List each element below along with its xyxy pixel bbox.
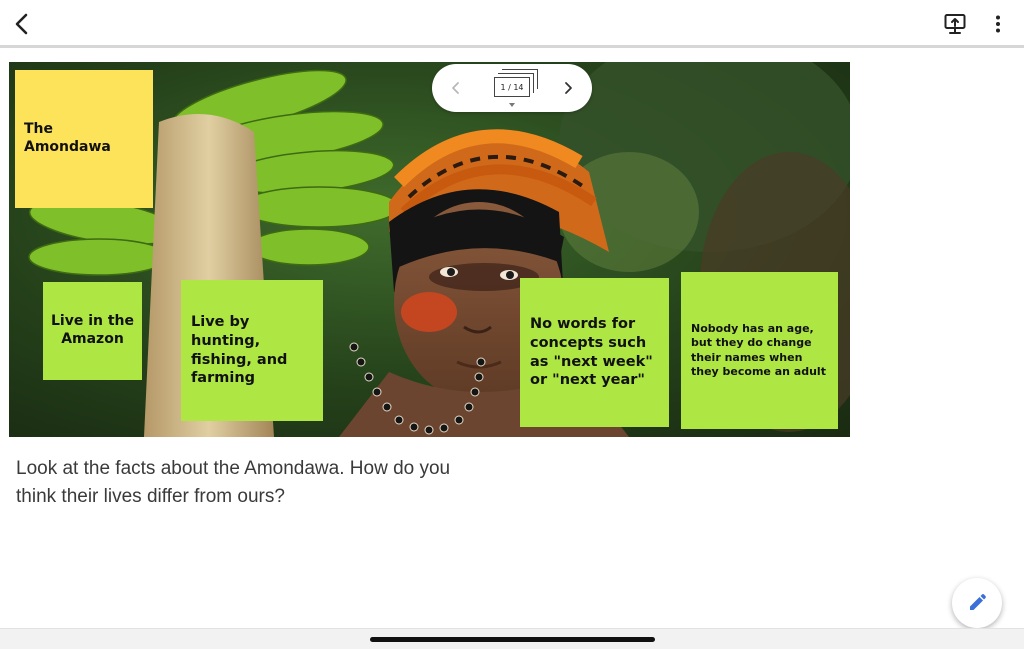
sticky-note-amazon-text: Live in the Amazon <box>50 313 134 347</box>
previous-slide-button[interactable] <box>444 76 468 100</box>
next-slide-button[interactable] <box>556 76 580 100</box>
sticky-note-words: No words for concepts such as "next week… <box>520 278 669 427</box>
sticky-note-title-text: The Amondawa <box>24 121 111 155</box>
sticky-note-hunting: Live by hunting, fishing, and farming <box>181 280 323 421</box>
back-button[interactable] <box>6 8 38 40</box>
edit-button[interactable] <box>952 578 1002 628</box>
present-button[interactable] <box>940 10 970 38</box>
chevron-right-icon <box>565 82 572 94</box>
sticky-note-age: Nobody has an age, but they do change th… <box>681 272 838 429</box>
sticky-note-amazon: Live in the Amazon <box>43 282 142 380</box>
slide-counter[interactable]: 1 / 14 <box>494 77 530 97</box>
sticky-note-age-text: Nobody has an age, but they do change th… <box>691 322 826 378</box>
more-options-button[interactable] <box>986 10 1010 38</box>
slide-caption: Look at the facts about the Amondawa. Ho… <box>16 458 451 507</box>
sticky-note-hunting-text: Live by hunting, fishing, and farming <box>191 314 288 387</box>
slide-canvas[interactable]: The Amondawa Live in the Amazon Live by … <box>9 62 850 437</box>
chevron-left-icon <box>15 13 28 35</box>
chevron-left-icon <box>452 82 459 94</box>
sticky-note-words-text: No words for concepts such as "next week… <box>530 316 653 389</box>
pencil-icon <box>970 594 986 610</box>
present-to-screen-icon <box>944 14 966 34</box>
top-toolbar <box>0 0 1024 48</box>
sticky-note-title: The Amondawa <box>15 70 153 208</box>
slide-pager: 1 / 14 <box>432 64 592 112</box>
caret-down-icon <box>509 103 515 107</box>
more-vert-icon <box>996 15 1000 33</box>
home-indicator[interactable] <box>370 637 655 642</box>
